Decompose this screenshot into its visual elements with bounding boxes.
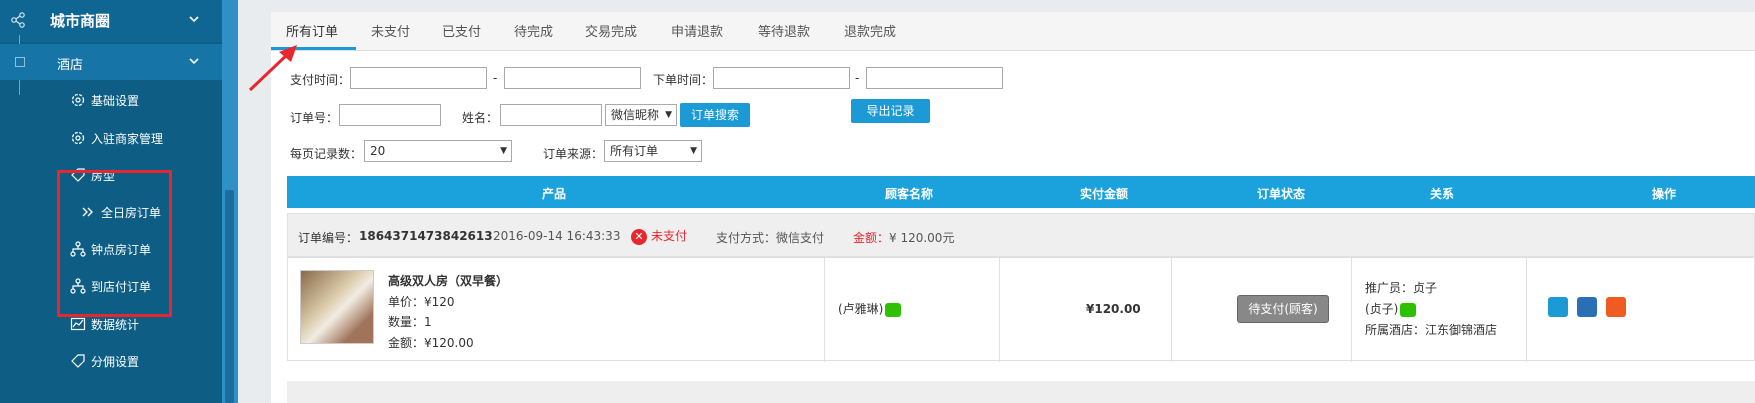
tag-icon xyxy=(70,353,86,369)
order-source-select[interactable]: 所有订单 ▼ xyxy=(604,140,702,162)
product-quantity: 数量：1 xyxy=(388,315,432,329)
column-divider xyxy=(999,258,1000,362)
column-header-actions: 操作 xyxy=(1652,187,1677,201)
red-arrow-annotation xyxy=(245,40,305,98)
caret-down-icon: ▼ xyxy=(500,146,507,156)
column-divider xyxy=(824,258,825,362)
column-header-customer: 顾客名称 xyxy=(885,187,934,201)
caret-down-icon: ▼ xyxy=(665,110,672,120)
gear-icon xyxy=(70,92,86,108)
product-total: 金额：¥120.00 xyxy=(388,336,474,350)
share-icon xyxy=(10,12,26,31)
order-datetime: 2016-09-14 16:43:33 xyxy=(493,229,621,243)
product-name: 高级双人房（双早餐） xyxy=(388,274,509,288)
tab-refund-completed[interactable]: 退款完成 xyxy=(844,21,896,40)
order-number-label: 订单编号： xyxy=(298,231,359,245)
export-records-button[interactable]: 导出记录 xyxy=(851,99,930,123)
sidebar-group-title: 酒店 xyxy=(57,58,84,73)
order-search-button[interactable]: 订单搜索 xyxy=(680,103,750,127)
sidebar-item-label: 入驻商家管理 xyxy=(91,131,164,146)
column-header-paid-amount: 实付金额 xyxy=(1080,187,1129,201)
order-no-input[interactable] xyxy=(339,104,441,126)
sidebar-section-header[interactable]: 城市商圈 xyxy=(0,0,222,42)
sidebar-scrollbar-thumb[interactable] xyxy=(225,190,234,403)
close-circle-icon: ✕ xyxy=(631,228,647,245)
order-time-end-input[interactable] xyxy=(866,67,1003,89)
column-divider xyxy=(1351,258,1352,362)
order-detail-row: 高级双人房（双早餐） 单价：¥120 数量：1 金额：¥120.00 (卢雅琳)… xyxy=(287,257,1755,362)
customer-name: (卢雅琳) xyxy=(838,302,884,316)
sidebar-section-title: 城市商圈 xyxy=(50,12,111,30)
chevron-down-icon xyxy=(188,13,200,28)
order-source-label: 订单来源： xyxy=(543,147,604,161)
column-header-relation: 关系 xyxy=(1430,187,1455,201)
sidebar-item-label: 分佣设置 xyxy=(91,354,140,369)
order-status-text: 未支付 xyxy=(651,229,688,243)
tab-unpaid[interactable]: 未支付 xyxy=(371,21,410,40)
date-range-separator: - xyxy=(855,71,860,85)
wechat-icon xyxy=(885,302,902,317)
tab-pending[interactable]: 待完成 xyxy=(514,21,553,40)
per-page-select[interactable]: 20 ▼ xyxy=(364,140,512,162)
per-page-select-value: 20 xyxy=(370,144,386,158)
tab-awaiting-refund[interactable]: 等待退款 xyxy=(758,21,810,40)
paid-amount: ¥120.00 xyxy=(1086,302,1141,316)
promoter-nick: (贞子) xyxy=(1365,302,1399,316)
sidebar-group-hotel[interactable]: 酒店 xyxy=(0,44,222,80)
edit-order-icon[interactable] xyxy=(1577,297,1597,317)
hotel-name: 所属酒店：江东御锦酒店 xyxy=(1365,323,1498,337)
order-tabs: 所有订单 未支付 已支付 待完成 交易完成 申请退款 等待退款 退款完成 xyxy=(271,12,1755,51)
promoter: 推广员：贞子 xyxy=(1365,281,1438,295)
order-time-label: 下单时间： xyxy=(653,73,714,87)
per-page-label: 每页记录数： xyxy=(290,147,363,161)
product-unit-price: 单价：¥120 xyxy=(388,295,455,309)
name-type-select-value: 微信昵称 xyxy=(611,108,660,122)
promoter-nick-cell: (贞子) xyxy=(1365,300,1417,317)
orders-table-header: 产品 顾客名称 实付金额 订单状态 关系 操作 xyxy=(287,176,1755,208)
pay-time-end-input[interactable] xyxy=(504,67,641,89)
order-pay-method: 支付方式：微信支付 xyxy=(716,231,825,245)
tab-refund-requested[interactable]: 申请退款 xyxy=(671,21,723,40)
order-amount: ¥ 120.00元 xyxy=(889,231,955,245)
order-summary-row: 订单编号： 1864371473842613 2016-09-14 16:43:… xyxy=(287,213,1755,257)
wechat-icon xyxy=(1400,302,1417,317)
pay-time-label: 支付时间： xyxy=(290,73,351,87)
next-order-row xyxy=(287,381,1755,403)
sidebar-item-label: 数据统计 xyxy=(91,317,140,332)
order-status-button[interactable]: 待支付(顾客) xyxy=(1237,295,1329,323)
order-number: 1864371473842613 xyxy=(359,229,493,243)
sidebar-item-merchant-management[interactable]: 入驻商家管理 xyxy=(70,127,163,149)
sidebar-item-label: 基础设置 xyxy=(91,93,140,108)
chevron-down-icon xyxy=(188,55,200,70)
view-details-icon[interactable] xyxy=(1548,297,1568,317)
order-time-start-input[interactable] xyxy=(713,67,850,89)
customer-cell: (卢雅琳) xyxy=(838,300,902,317)
order-source-select-value: 所有订单 xyxy=(610,144,659,158)
name-type-select[interactable]: 微信昵称 ▼ xyxy=(605,104,677,126)
order-status: ✕ 未支付 xyxy=(631,227,687,245)
order-amount-label: 金额： xyxy=(853,231,890,245)
tab-all-orders[interactable]: 所有订单 xyxy=(286,21,338,40)
date-range-separator: - xyxy=(493,71,498,85)
caret-down-icon: ▼ xyxy=(690,146,697,156)
chart-line-icon xyxy=(70,316,86,332)
name-label: 姓名： xyxy=(462,111,499,125)
column-divider xyxy=(1526,258,1527,362)
order-no-label: 订单号： xyxy=(290,111,339,125)
gear-icon xyxy=(70,130,86,146)
column-header-product: 产品 xyxy=(542,187,567,201)
tab-paid[interactable]: 已支付 xyxy=(442,21,481,40)
room-thumbnail-image[interactable] xyxy=(300,270,374,344)
sidebar-item-basic-settings[interactable]: 基础设置 xyxy=(70,89,139,111)
tree-node-icon xyxy=(15,57,25,67)
pay-time-start-input[interactable] xyxy=(350,67,487,89)
column-divider xyxy=(1171,258,1172,362)
highlight-annotation-box xyxy=(57,170,172,317)
search-order-icon[interactable] xyxy=(1606,297,1626,317)
column-header-order-status: 订单状态 xyxy=(1257,187,1306,201)
name-input[interactable] xyxy=(500,104,602,126)
sidebar-item-commission-settings[interactable]: 分佣设置 xyxy=(70,350,139,372)
tab-completed[interactable]: 交易完成 xyxy=(585,21,637,40)
